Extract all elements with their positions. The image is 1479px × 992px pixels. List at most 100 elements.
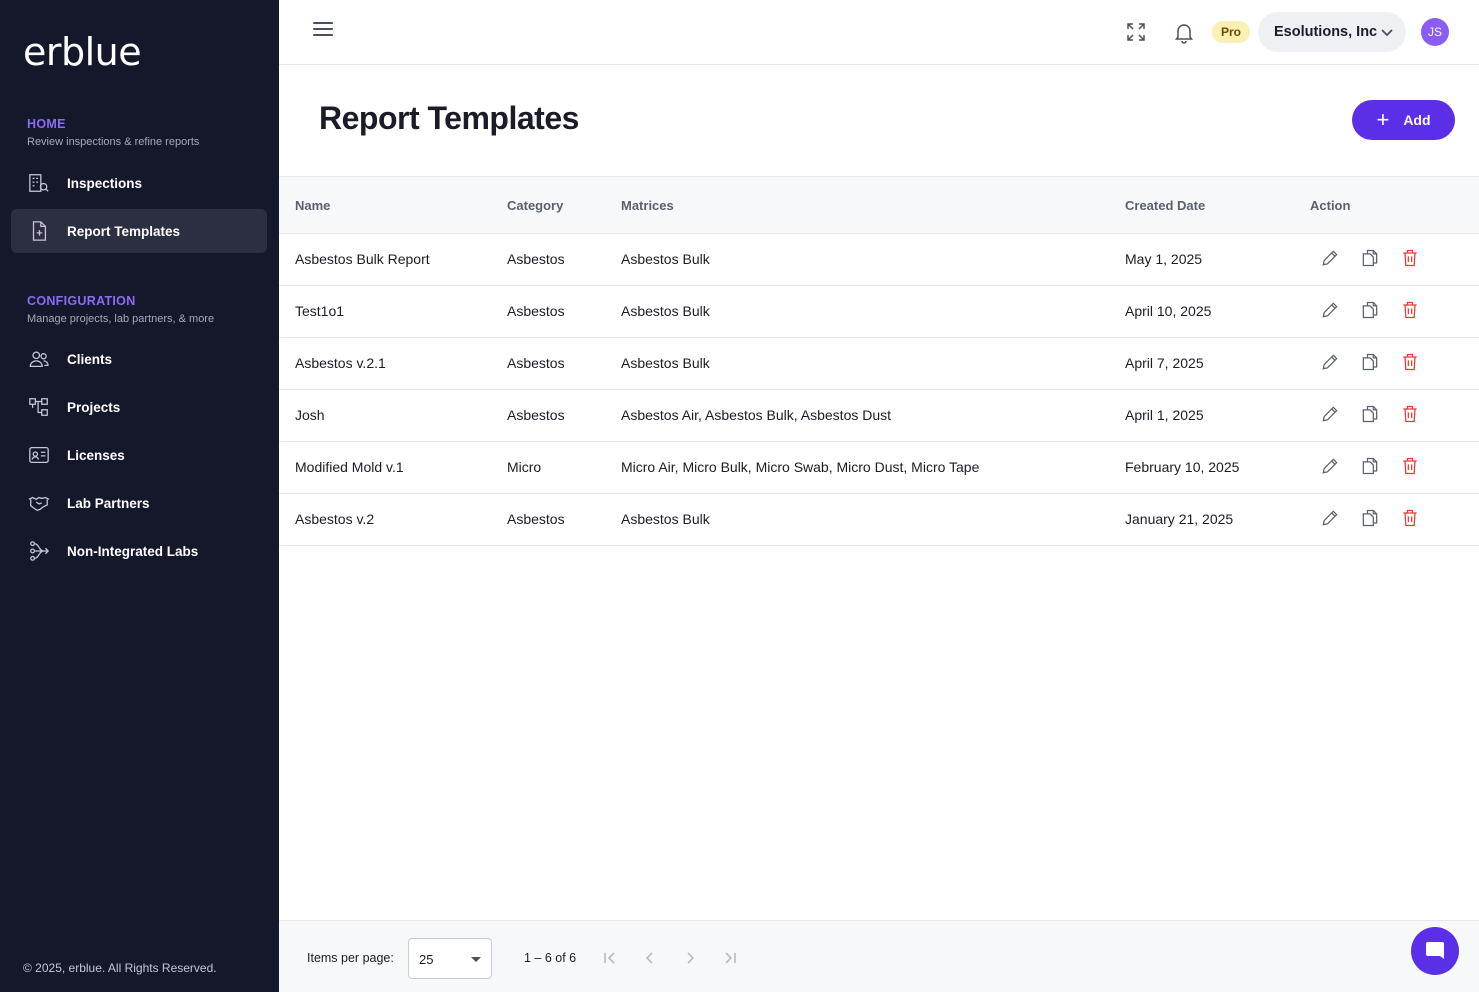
cell-created-date: April 1, 2025	[1125, 407, 1204, 423]
table-row[interactable]: Asbestos v.2.1 Asbestos Asbestos Bulk Ap…	[279, 338, 1479, 390]
table-header: Name Category Matrices Created Date Acti…	[279, 176, 1479, 234]
column-header-category[interactable]: Category	[507, 198, 563, 213]
table-row[interactable]: Josh Asbestos Asbestos Air, Asbestos Bul…	[279, 390, 1479, 442]
cell-matrices: Micro Air, Micro Bulk, Micro Swab, Micro…	[621, 459, 980, 475]
section-title-configuration: CONFIGURATION	[27, 294, 136, 308]
sidebar-item-label: Licenses	[67, 447, 125, 463]
next-page-icon[interactable]	[681, 949, 699, 967]
table-row[interactable]: Asbestos Bulk Report Asbestos Asbestos B…	[279, 234, 1479, 286]
cell-name: Asbestos v.2	[295, 511, 375, 527]
cell-category: Micro	[507, 459, 542, 475]
cell-name: Asbestos v.2.1	[295, 355, 386, 371]
organization-name: Esolutions, Inc	[1274, 24, 1378, 40]
section-title-home: HOME	[27, 117, 66, 131]
top-bar: Pro Esolutions, Inc JS	[279, 0, 1479, 65]
cell-matrices: Asbestos Bulk	[621, 303, 710, 319]
trash-icon[interactable]	[1400, 404, 1422, 426]
menu-icon[interactable]	[313, 22, 333, 42]
organization-select[interactable]: Esolutions, Inc	[1258, 12, 1406, 52]
edit-icon[interactable]	[1320, 300, 1342, 322]
previous-page-icon[interactable]	[641, 949, 659, 967]
plan-badge: Pro	[1212, 21, 1251, 43]
trash-icon[interactable]	[1400, 248, 1422, 270]
cell-name: Asbestos Bulk Report	[295, 251, 430, 267]
add-button-label: Add	[1403, 112, 1431, 128]
table-body: Asbestos Bulk Report Asbestos Asbestos B…	[279, 234, 1479, 546]
edit-icon[interactable]	[1320, 404, 1342, 426]
cell-name: Modified Mold v.1	[295, 459, 404, 475]
trash-icon[interactable]	[1400, 352, 1422, 374]
pagination-range: 1 – 6 of 6	[524, 951, 577, 965]
cell-category: Asbestos	[507, 303, 565, 319]
column-header-created-date[interactable]: Created Date	[1125, 198, 1205, 213]
items-per-page-label: Items per page:	[307, 951, 394, 965]
cell-name: Test1o1	[295, 303, 345, 319]
cell-category: Asbestos	[507, 355, 565, 371]
cell-category: Asbestos	[507, 407, 565, 423]
brand-logo[interactable]: erblue	[23, 30, 142, 74]
sidebar-item-projects[interactable]: Projects	[11, 385, 267, 429]
sidebar-item-inspections[interactable]: Inspections	[11, 161, 267, 205]
sidebar-item-non-integrated-labs[interactable]: Non-Integrated Labs	[11, 529, 267, 573]
trash-icon[interactable]	[1400, 300, 1422, 322]
bell-icon[interactable]	[1172, 20, 1196, 44]
add-button[interactable]: + Add	[1352, 100, 1455, 140]
hierarchy-icon	[27, 395, 51, 419]
trash-icon[interactable]	[1400, 456, 1422, 478]
table-row[interactable]: Modified Mold v.1 Micro Micro Air, Micro…	[279, 442, 1479, 494]
sidebar-item-label: Clients	[67, 351, 113, 367]
sidebar-item-label: Inspections	[67, 175, 143, 191]
edit-icon[interactable]	[1320, 248, 1342, 270]
cell-created-date: May 1, 2025	[1125, 251, 1203, 267]
fullscreen-icon[interactable]	[1124, 20, 1148, 44]
copy-icon[interactable]	[1360, 300, 1382, 322]
cell-matrices: Asbestos Air, Asbestos Bulk, Asbestos Du…	[621, 407, 892, 423]
edit-icon[interactable]	[1320, 508, 1342, 530]
building-search-icon	[27, 171, 51, 195]
table-row[interactable]: Asbestos v.2 Asbestos Asbestos Bulk Janu…	[279, 494, 1479, 546]
items-per-page-value: 25	[419, 952, 434, 967]
cell-created-date: April 7, 2025	[1125, 355, 1204, 371]
sidebar-item-label: Report Templates	[67, 223, 181, 239]
sidebar-item-label: Non-Integrated Labs	[67, 543, 199, 559]
caret-down-icon	[471, 957, 481, 962]
sidebar-item-lab-partners[interactable]: Lab Partners	[11, 481, 267, 525]
chevron-down-icon	[1381, 29, 1393, 37]
copy-icon[interactable]	[1360, 352, 1382, 374]
sidebar-item-report-templates[interactable]: Report Templates	[11, 209, 267, 253]
column-header-name[interactable]: Name	[295, 198, 330, 213]
copy-icon[interactable]	[1360, 404, 1382, 426]
trash-icon[interactable]	[1400, 508, 1422, 530]
cell-created-date: February 10, 2025	[1125, 459, 1240, 475]
page-title: Report Templates	[319, 100, 579, 136]
last-page-icon[interactable]	[721, 949, 739, 967]
sidebar-item-clients[interactable]: Clients	[11, 337, 267, 381]
copyright-text: © 2025, erblue. All Rights Reserved.	[23, 961, 217, 975]
cell-matrices: Asbestos Bulk	[621, 251, 710, 267]
edit-icon[interactable]	[1320, 456, 1342, 478]
column-header-action: Action	[1310, 198, 1351, 213]
cell-name: Josh	[295, 407, 325, 423]
chat-button[interactable]	[1411, 927, 1459, 975]
column-header-matrices[interactable]: Matrices	[621, 198, 674, 213]
users-icon	[27, 347, 51, 371]
table-row[interactable]: Test1o1 Asbestos Asbestos Bulk April 10,…	[279, 286, 1479, 338]
edit-icon[interactable]	[1320, 352, 1342, 374]
sidebar-item-label: Projects	[67, 399, 121, 415]
sidebar: erblue HOME Review inspections & refine …	[0, 0, 279, 992]
file-plus-icon	[27, 219, 51, 243]
cell-matrices: Asbestos Bulk	[621, 355, 710, 371]
cell-category: Asbestos	[507, 511, 565, 527]
first-page-icon[interactable]	[601, 949, 619, 967]
section-subtitle-home: Review inspections & refine reports	[27, 136, 200, 148]
copy-icon[interactable]	[1360, 508, 1382, 530]
copy-icon[interactable]	[1360, 456, 1382, 478]
items-per-page-select[interactable]: 25	[408, 938, 492, 979]
cell-matrices: Asbestos Bulk	[621, 511, 710, 527]
user-avatar[interactable]: JS	[1421, 18, 1449, 46]
sidebar-item-licenses[interactable]: Licenses	[11, 433, 267, 477]
copy-icon[interactable]	[1360, 248, 1382, 270]
section-subtitle-configuration: Manage projects, lab partners, & more	[27, 313, 215, 325]
handshake-icon	[27, 491, 51, 515]
cell-created-date: April 10, 2025	[1125, 303, 1212, 319]
